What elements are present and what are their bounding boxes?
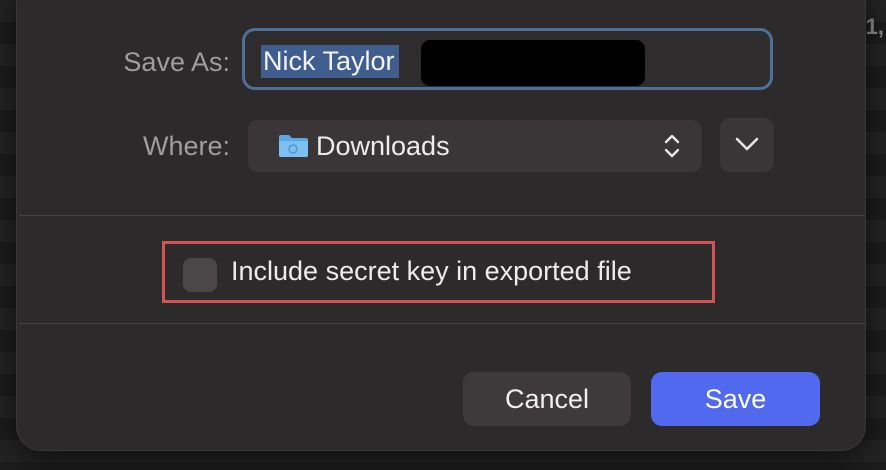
background-partial-text: 1, xyxy=(865,14,884,39)
filename-selected-text: Nick Taylor xyxy=(261,45,399,78)
expand-dialog-button[interactable] xyxy=(720,118,774,172)
redaction-box xyxy=(421,40,645,86)
where-value: Downloads xyxy=(316,131,450,161)
where-label: Where: xyxy=(142,131,230,161)
include-secret-key-checkbox[interactable] xyxy=(183,258,217,292)
filename-input[interactable]: Nick Taylor xyxy=(242,28,773,90)
divider xyxy=(19,215,865,216)
where-location-select[interactable]: Downloads xyxy=(248,120,702,172)
cancel-button[interactable]: Cancel xyxy=(463,372,631,426)
chevron-up-down-icon xyxy=(664,134,680,158)
folder-icon xyxy=(279,135,308,157)
include-secret-key-label[interactable]: Include secret key in exported file xyxy=(231,256,632,287)
chevron-down-icon xyxy=(735,137,759,151)
divider xyxy=(19,323,865,324)
save-as-label: Save As: xyxy=(123,47,230,77)
save-button[interactable]: Save xyxy=(651,372,820,426)
